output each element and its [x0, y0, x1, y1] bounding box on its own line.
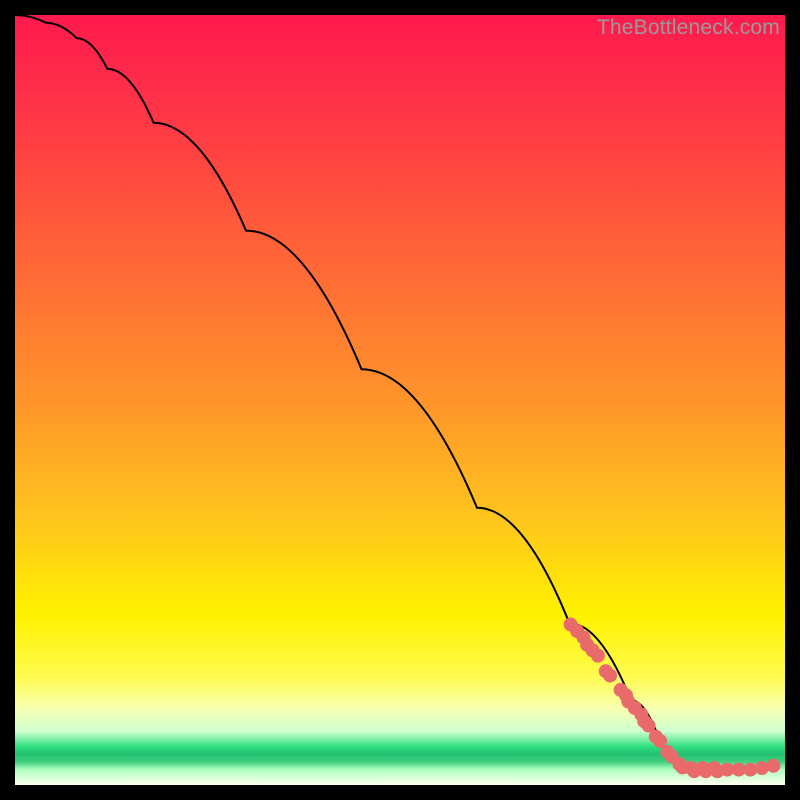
- chart-overlay: [15, 15, 785, 785]
- data-marker: [591, 649, 605, 663]
- curve-line: [15, 15, 777, 770]
- data-marker: [766, 759, 780, 773]
- watermark-text: TheBottleneck.com: [597, 16, 780, 40]
- data-marker: [603, 669, 617, 683]
- marker-group: [564, 618, 781, 779]
- data-marker: [755, 761, 769, 775]
